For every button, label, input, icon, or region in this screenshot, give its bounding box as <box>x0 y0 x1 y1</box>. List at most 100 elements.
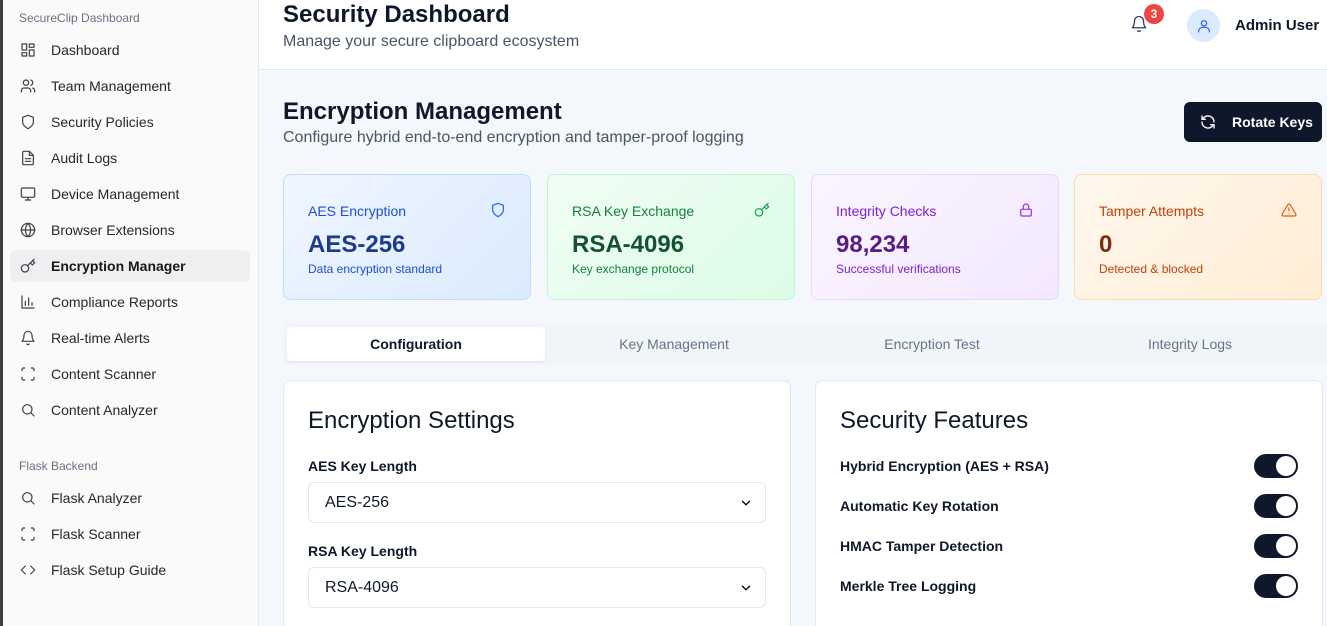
stat-description: Detected & blocked <box>1099 262 1204 276</box>
rsa-key-length-value: RSA-4096 <box>325 578 399 596</box>
sidebar-item-label: Dashboard <box>51 42 120 58</box>
stat-value: 98,234 <box>836 231 910 258</box>
feature-label: Hybrid Encryption (AES + RSA) <box>840 458 1049 474</box>
stat-card-aes: AES Encryption AES-256 Data encryption s… <box>283 174 531 300</box>
page-title: Security Dashboard <box>283 1 510 28</box>
search-icon <box>19 489 37 507</box>
lock-icon <box>1018 202 1034 218</box>
sidebar: SecureClip Dashboard Dashboard Team Mana… <box>0 0 259 626</box>
sidebar-item-label: Audit Logs <box>51 150 118 166</box>
security-features-card: Security Features Hybrid Encryption (AES… <box>815 380 1323 626</box>
sidebar-item-security-policies[interactable]: Security Policies <box>10 106 250 138</box>
sidebar-item-label: Content Analyzer <box>51 402 158 418</box>
tab-configuration[interactable]: Configuration <box>287 327 545 361</box>
sidebar-item-label: Flask Scanner <box>51 526 141 542</box>
refresh-icon <box>1201 115 1215 129</box>
stat-card-tamper: Tamper Attempts 0 Detected & blocked <box>1074 174 1322 300</box>
shield-icon <box>490 202 506 218</box>
scan-icon <box>19 525 37 543</box>
tab-encryption-test[interactable]: Encryption Test <box>803 327 1061 361</box>
stat-value: AES-256 <box>308 231 406 258</box>
feature-hybrid-encryption: Hybrid Encryption (AES + RSA) <box>840 453 1298 479</box>
sidebar-item-flask-scanner[interactable]: Flask Scanner <box>10 518 250 550</box>
stat-card-rsa: RSA Key Exchange RSA-4096 Key exchange p… <box>547 174 795 300</box>
sidebar-item-label: Real-time Alerts <box>51 330 150 346</box>
sidebar-item-team-management[interactable]: Team Management <box>10 70 250 102</box>
sidebar-item-label: Device Management <box>51 186 180 202</box>
monitor-icon <box>19 185 37 203</box>
card-title: Encryption Settings <box>308 407 515 434</box>
chevron-down-icon <box>741 500 751 505</box>
section-subtitle: Configure hybrid end-to-end encryption a… <box>283 129 744 146</box>
stat-description: Successful verifications <box>836 262 961 276</box>
sidebar-item-label: Flask Analyzer <box>51 490 143 506</box>
tab-key-management[interactable]: Key Management <box>545 327 803 361</box>
main-content: Encryption Management Configure hybrid e… <box>259 70 1327 626</box>
sidebar-section-label: Flask Backend <box>19 459 98 473</box>
avatar[interactable] <box>1187 9 1220 42</box>
sidebar-item-audit-logs[interactable]: Audit Logs <box>10 142 250 174</box>
stat-label: AES Encryption <box>308 203 407 219</box>
sidebar-item-label: Content Scanner <box>51 366 157 382</box>
sidebar-item-label: Encryption Manager <box>51 258 186 274</box>
sidebar-item-label: Browser Extensions <box>51 222 175 238</box>
shield-icon <box>19 113 37 131</box>
stat-card-integrity: Integrity Checks 98,234 Successful verif… <box>811 174 1059 300</box>
automatic-key-rotation-toggle[interactable] <box>1254 494 1298 518</box>
feature-label: Merkle Tree Logging <box>840 578 977 594</box>
stat-description: Key exchange protocol <box>572 262 695 276</box>
tab-integrity-logs[interactable]: Integrity Logs <box>1061 327 1319 361</box>
aes-key-length-value: AES-256 <box>325 493 390 511</box>
tab-bar: Configuration Key Management Encryption … <box>283 323 1327 365</box>
stat-description: Data encryption standard <box>308 262 443 276</box>
sidebar-item-label: Security Policies <box>51 114 154 130</box>
sidebar-section-label: SecureClip Dashboard <box>19 11 140 25</box>
feature-merkle-tree-logging: Merkle Tree Logging <box>840 573 1298 599</box>
stat-label: Integrity Checks <box>836 203 937 219</box>
notification-count-badge: 3 <box>1144 4 1164 24</box>
sidebar-item-dashboard[interactable]: Dashboard <box>10 34 250 66</box>
user-name[interactable]: Admin User <box>1235 17 1319 34</box>
sidebar-item-content-scanner[interactable]: Content Scanner <box>10 358 250 390</box>
sidebar-item-content-analyzer[interactable]: Content Analyzer <box>10 394 250 426</box>
key-icon <box>19 257 37 275</box>
scan-icon <box>19 365 37 383</box>
dashboard-icon <box>19 41 37 59</box>
encryption-settings-card: Encryption Settings AES Key Length AES-2… <box>283 380 791 626</box>
rotate-keys-button[interactable]: Rotate Keys <box>1184 102 1322 142</box>
user-icon <box>1197 19 1210 33</box>
page-subtitle: Manage your secure clipboard ecosystem <box>283 33 580 50</box>
sidebar-item-device-management[interactable]: Device Management <box>10 178 250 210</box>
hmac-tamper-detection-toggle[interactable] <box>1254 534 1298 558</box>
aes-key-length-select[interactable]: AES-256 <box>308 482 766 523</box>
key-icon <box>754 202 770 218</box>
code-icon <box>19 561 37 579</box>
merkle-tree-logging-toggle[interactable] <box>1254 574 1298 598</box>
rsa-key-length-select[interactable]: RSA-4096 <box>308 567 766 608</box>
hybrid-encryption-toggle[interactable] <box>1254 454 1298 478</box>
file-text-icon <box>19 149 37 167</box>
feature-label: Automatic Key Rotation <box>840 498 999 514</box>
feature-label: HMAC Tamper Detection <box>840 538 1004 554</box>
rsa-key-length-label: RSA Key Length <box>308 543 418 559</box>
sidebar-item-compliance-reports[interactable]: Compliance Reports <box>10 286 250 318</box>
aes-key-length-label: AES Key Length <box>308 458 417 474</box>
feature-automatic-key-rotation: Automatic Key Rotation <box>840 493 1298 519</box>
stat-label: Tamper Attempts <box>1099 203 1205 219</box>
feature-hmac-tamper-detection: HMAC Tamper Detection <box>840 533 1298 559</box>
search-icon <box>19 401 37 419</box>
sidebar-item-browser-extensions[interactable]: Browser Extensions <box>10 214 250 246</box>
sidebar-item-real-time-alerts[interactable]: Real-time Alerts <box>10 322 250 354</box>
top-header: Security Dashboard Manage your secure cl… <box>259 0 1327 70</box>
sidebar-item-flask-analyzer[interactable]: Flask Analyzer <box>10 482 250 514</box>
globe-icon <box>19 221 37 239</box>
stat-value: RSA-4096 <box>572 231 685 258</box>
bell-icon <box>19 329 37 347</box>
stat-label: RSA Key Exchange <box>572 203 695 219</box>
bar-chart-icon <box>19 293 37 311</box>
sidebar-item-flask-setup-guide[interactable]: Flask Setup Guide <box>10 554 250 586</box>
rotate-keys-label: Rotate Keys <box>1232 114 1313 130</box>
alert-triangle-icon <box>1281 202 1297 218</box>
sidebar-item-encryption-manager[interactable]: Encryption Manager <box>10 250 250 282</box>
sidebar-item-label: Team Management <box>51 78 171 94</box>
